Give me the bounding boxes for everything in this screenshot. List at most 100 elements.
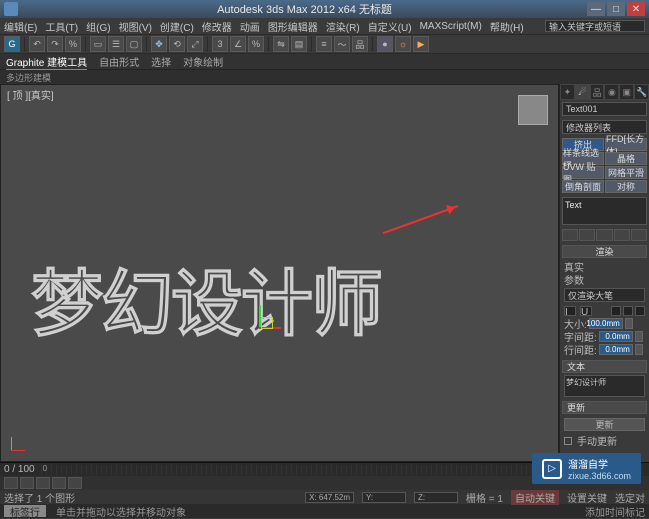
kerning-spinner-step[interactable] — [635, 331, 643, 342]
text-content-field[interactable]: 梦幻设计师 — [564, 375, 645, 397]
prev-frame-button[interactable] — [20, 477, 34, 489]
rollout-render-body: 真实 参数 仅渲染大笔 IU 大小:100.0mm 字间距:0.0mm 行间距:… — [562, 258, 647, 358]
add-time-tag-button[interactable]: 添加时间标记 — [585, 504, 645, 519]
autokey-button[interactable]: 自动关键 — [511, 490, 559, 505]
config-sets-button[interactable] — [631, 229, 647, 241]
tab-modify-icon[interactable]: ☄ — [575, 84, 590, 100]
text-object[interactable]: 梦幻设计师 — [31, 245, 381, 350]
size-spinner[interactable]: 100.0mm — [589, 318, 623, 329]
move-gizmo[interactable] — [241, 305, 281, 345]
modifier-ffd-button[interactable]: FFD[长方体] — [605, 138, 647, 151]
menu-graph[interactable]: 图形编辑器 — [268, 19, 318, 34]
tab-objectpaint[interactable]: 对象绘制 — [183, 54, 223, 69]
app-menu-button[interactable]: G — [4, 36, 20, 52]
rollout-render-header[interactable]: 渲染 — [562, 245, 647, 258]
menu-create[interactable]: 创建(C) — [160, 19, 194, 34]
selfilter-dropdown[interactable]: 选定对 — [615, 490, 645, 505]
modifier-symmetry-button[interactable]: 对称 — [605, 180, 647, 193]
leading-spinner[interactable]: 0.0mm — [599, 344, 633, 355]
tab-graphite[interactable]: Graphite 建模工具 — [6, 54, 87, 70]
close-button[interactable]: ✕ — [627, 2, 645, 16]
font-style-u-button[interactable]: U — [580, 306, 592, 316]
curve-editor-button[interactable]: 〜 — [334, 36, 350, 52]
move-button[interactable]: ✥ — [151, 36, 167, 52]
tag-row-tab[interactable]: 标签行 — [4, 505, 46, 517]
object-name-field[interactable]: Text001 — [562, 102, 647, 116]
viewcube[interactable] — [518, 95, 548, 125]
select-button[interactable]: ▭ — [90, 36, 106, 52]
z-coord-field[interactable]: Z: — [414, 492, 458, 503]
rollout-text-header[interactable]: 文本 — [562, 360, 647, 373]
align-center-button[interactable] — [623, 306, 633, 316]
snap-button[interactable]: 3 — [212, 36, 228, 52]
modifier-stack[interactable]: Text — [562, 197, 647, 225]
unique-button[interactable] — [596, 229, 612, 241]
tab-selection[interactable]: 选择 — [151, 54, 171, 69]
menu-render[interactable]: 渲染(R) — [326, 19, 360, 34]
tab-create-icon[interactable]: ✦ — [560, 84, 575, 100]
render-setup-button[interactable]: ☼ — [395, 36, 411, 52]
render-dropdown[interactable]: 仅渲染大笔 — [564, 288, 645, 302]
align-left-button[interactable] — [611, 306, 621, 316]
menu-animation[interactable]: 动画 — [240, 19, 260, 34]
tab-freeform[interactable]: 自由形式 — [99, 54, 139, 69]
goto-start-button[interactable] — [4, 477, 18, 489]
maximize-button[interactable]: □ — [607, 2, 625, 16]
pin-stack-button[interactable] — [562, 229, 578, 241]
scale-button[interactable]: ⤢ — [187, 36, 203, 52]
align-button[interactable]: ▤ — [291, 36, 307, 52]
menu-maxscript[interactable]: MAXScript(M) — [420, 21, 482, 32]
next-frame-button[interactable] — [52, 477, 66, 489]
tab-display-icon[interactable]: ▣ — [619, 84, 634, 100]
manual-update-checkbox[interactable] — [564, 437, 572, 445]
size-spinner-step[interactable] — [625, 318, 633, 329]
show-result-button[interactable] — [579, 229, 595, 241]
link-button[interactable]: % — [65, 36, 81, 52]
leading-spinner-step[interactable] — [635, 344, 643, 355]
angle-snap-button[interactable]: ∠ — [230, 36, 246, 52]
undo-button[interactable]: ↶ — [29, 36, 45, 52]
kerning-spinner[interactable]: 0.0mm — [599, 331, 633, 342]
menu-help[interactable]: 帮助(H) — [490, 19, 524, 34]
menu-custom[interactable]: 自定义(U) — [368, 19, 412, 34]
help-search-input[interactable]: 输入关键字或短语 — [545, 20, 645, 32]
layer-button[interactable]: ≡ — [316, 36, 332, 52]
align-right-button[interactable] — [635, 306, 645, 316]
menu-modifiers[interactable]: 修改器 — [202, 19, 232, 34]
modifier-uvw-button[interactable]: UVW 贴图 — [562, 166, 604, 179]
tab-motion-icon[interactable]: ◉ — [604, 84, 619, 100]
menu-view[interactable]: 视图(V) — [119, 19, 152, 34]
y-coord-field[interactable]: Y: — [362, 492, 406, 503]
menu-tools[interactable]: 工具(T) — [45, 19, 78, 34]
percent-snap-button[interactable]: % — [248, 36, 264, 52]
rollout-update-header[interactable]: 更新 — [562, 401, 647, 414]
rotate-button[interactable]: ⟲ — [169, 36, 185, 52]
modifier-meshsmooth-button[interactable]: 网格平滑 — [605, 166, 647, 179]
gizmo-xy-plane[interactable] — [261, 317, 273, 329]
mirror-button[interactable]: ⇋ — [273, 36, 289, 52]
redo-button[interactable]: ↷ — [47, 36, 63, 52]
render-button[interactable]: ▶ — [413, 36, 429, 52]
schematic-button[interactable]: 品 — [352, 36, 368, 52]
remove-mod-button[interactable] — [614, 229, 630, 241]
modifier-lattice-button[interactable]: 晶格 — [605, 152, 647, 165]
modifier-bevel-button[interactable]: 倒角剖面 — [562, 180, 604, 193]
minimize-button[interactable]: — — [587, 2, 605, 16]
select-region-button[interactable]: ▢ — [126, 36, 142, 52]
x-coord-field[interactable]: X: 647.52m — [305, 492, 354, 503]
select-name-button[interactable]: ☰ — [108, 36, 124, 52]
command-panel: ✦ ☄ 品 ◉ ▣ 🔧 Text001 修改器列表 挤出 FFD[长方体] 样条… — [559, 84, 649, 462]
tab-hierarchy-icon[interactable]: 品 — [590, 84, 605, 100]
font-style-i-button[interactable]: I — [564, 306, 576, 316]
menu-edit[interactable]: 编辑(E) — [4, 19, 37, 34]
rollout-text-body: 梦幻设计师 — [562, 373, 647, 399]
viewport[interactable]: [ 顶 ][真实] 梦幻设计师 — [0, 84, 559, 462]
render-param-label: 参数 — [564, 272, 584, 287]
material-button[interactable]: ● — [377, 36, 393, 52]
update-button[interactable]: 更新 — [564, 418, 645, 431]
tab-utilities-icon[interactable]: 🔧 — [634, 84, 649, 100]
play-button[interactable] — [36, 477, 50, 489]
menu-group[interactable]: 组(G) — [86, 19, 110, 34]
goto-end-button[interactable] — [68, 477, 82, 489]
setkey-button[interactable]: 设置关键 — [567, 490, 607, 505]
